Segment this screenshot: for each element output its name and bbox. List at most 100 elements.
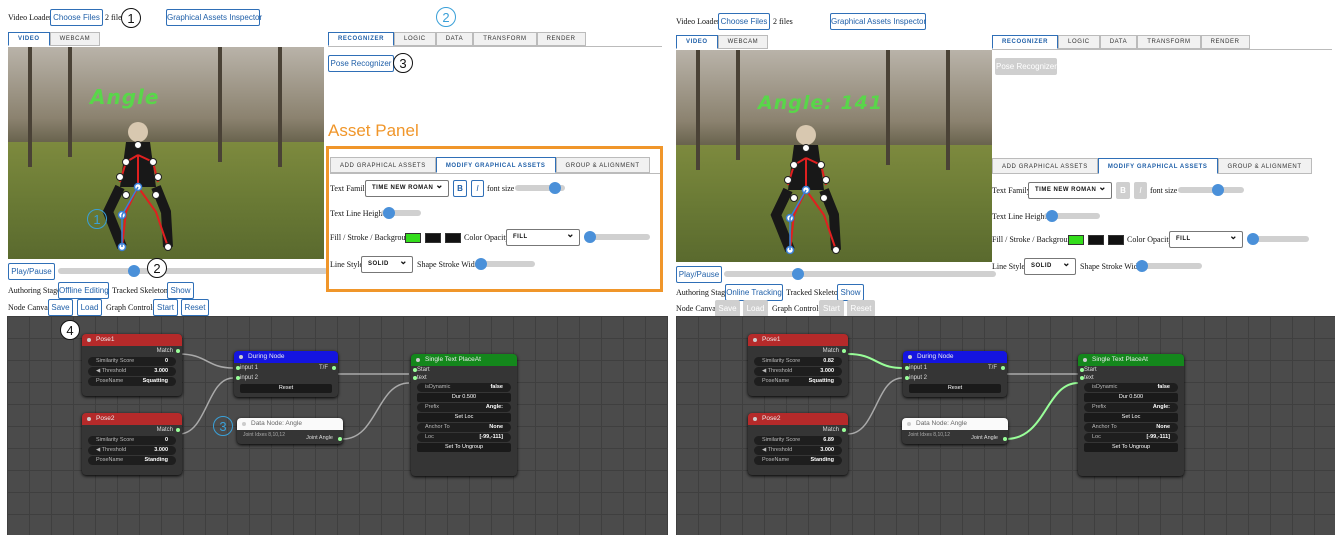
start-button[interactable]: Start <box>819 300 844 317</box>
load-button[interactable]: Load <box>743 300 768 317</box>
tab-data[interactable]: DATA <box>1099 35 1138 49</box>
joint-angle-port[interactable] <box>338 437 342 441</box>
stroke-width-slider-thumb[interactable] <box>1136 260 1148 272</box>
threshold-stepper[interactable]: ◀ Threshold 3.000 <box>88 367 176 376</box>
line-height-slider-thumb[interactable] <box>383 207 395 219</box>
choose-files-button[interactable]: Choose Files <box>50 9 103 26</box>
during-reset-button[interactable]: Reset <box>909 384 1001 393</box>
node-canvas[interactable]: 4 Pose1 Match Similarity Score 0 ◀ Thresh… <box>7 316 668 535</box>
dur-field[interactable]: Dur 0.500 <box>1084 393 1178 402</box>
match-output-port[interactable] <box>842 349 846 353</box>
save-button[interactable]: Save <box>48 299 73 316</box>
tab-webcam[interactable]: WEBCAM <box>717 35 769 49</box>
loc-field[interactable]: Loc [-99,-111] <box>1084 433 1178 442</box>
stroke-color-swatch[interactable] <box>425 233 441 243</box>
set-to-ungroup-button[interactable]: Set To Ungroup <box>417 443 511 452</box>
input-2-port[interactable] <box>236 376 240 380</box>
tab-render[interactable]: RENDER <box>1200 35 1250 49</box>
tab-transform[interactable]: TRANSFORM <box>473 32 537 46</box>
bold-button[interactable]: B <box>1116 182 1130 199</box>
tab-render[interactable]: RENDER <box>536 32 586 46</box>
font-size-slider-thumb[interactable] <box>1212 184 1224 196</box>
tab-recognizer[interactable]: RECOGNIZER <box>992 35 1059 49</box>
stroke-width-slider[interactable] <box>475 258 535 270</box>
play-pause-button[interactable]: Play/Pause <box>676 266 722 283</box>
single-text-placeat-node[interactable]: Single Text PlaceAt Start text isDynamic… <box>1078 354 1184 476</box>
tab-data[interactable]: DATA <box>435 32 474 46</box>
reset-button[interactable]: Reset <box>181 299 209 316</box>
tab-modify-graphical-assets[interactable]: MODIFY GRAPHICAL ASSETS <box>435 157 556 173</box>
tf-output-port[interactable] <box>332 366 336 370</box>
input-1-port[interactable] <box>905 366 909 370</box>
input-1-port[interactable] <box>236 366 240 370</box>
tab-group-alignment[interactable]: GROUP & ALIGNMENT <box>1217 158 1312 174</box>
line-style-select[interactable]: SOLID <box>361 254 413 273</box>
tab-video[interactable]: VIDEO <box>676 35 718 49</box>
start-port[interactable] <box>413 368 417 372</box>
font-family-select[interactable]: TIME NEW ROMAN <box>1028 180 1112 199</box>
set-loc-button[interactable]: Set Loc <box>417 413 511 422</box>
show-skeleton-button[interactable]: Show <box>837 284 864 301</box>
input-2-port[interactable] <box>905 376 909 380</box>
data-node-angle[interactable]: Data Node: Angle Joint Idxes 8,10,12 Joi… <box>902 418 1008 444</box>
tab-transform[interactable]: TRANSFORM <box>1137 35 1201 49</box>
choose-files-button[interactable]: Choose Files <box>718 13 770 30</box>
match-output-port[interactable] <box>176 428 180 432</box>
match-output-port[interactable] <box>842 428 846 432</box>
tab-group-alignment[interactable]: GROUP & ALIGNMENT <box>555 157 650 173</box>
posename-field[interactable]: PoseName Standing <box>754 456 842 465</box>
prefix-field[interactable]: Prefix Angle: <box>1084 403 1178 412</box>
background-color-swatch[interactable] <box>445 233 461 243</box>
prefix-field[interactable]: Prefix Angle: <box>417 403 511 412</box>
isdynamic-toggle[interactable]: isDynamic false <box>1084 383 1178 392</box>
line-height-slider-thumb[interactable] <box>1046 210 1058 222</box>
fill-color-swatch[interactable] <box>1068 235 1084 245</box>
opacity-slider[interactable] <box>1247 233 1309 245</box>
tab-add-graphical-assets[interactable]: ADD GRAPHICAL ASSETS <box>330 157 436 173</box>
opacity-slider[interactable] <box>584 231 650 243</box>
threshold-stepper[interactable]: ◀ Threshold 3.000 <box>754 446 842 455</box>
graphical-assets-inspector-button[interactable]: Graphical Assets Inspector <box>166 9 262 26</box>
node-canvas[interactable]: Pose1 Match Similarity Score 0.82 ◀ Thres… <box>676 316 1335 535</box>
pose2-node[interactable]: Pose2 Match Similarity Score 0 ◀ Threshol… <box>82 413 182 475</box>
posename-field[interactable]: PoseName Squatting <box>754 377 842 386</box>
single-text-placeat-node[interactable]: Single Text PlaceAt Start text isDynamic… <box>411 354 517 476</box>
tab-video[interactable]: VIDEO <box>8 32 50 46</box>
graphical-assets-inspector-button[interactable]: Graphical Assets Inspector <box>830 13 926 30</box>
during-node[interactable]: During Node input 1 T/F input 2 Reset <box>903 351 1007 397</box>
start-port[interactable] <box>1080 368 1084 372</box>
line-style-select[interactable]: SOLID <box>1024 256 1076 275</box>
start-button[interactable]: Start <box>153 299 178 316</box>
bold-button[interactable]: B <box>453 180 467 197</box>
set-to-ungroup-button[interactable]: Set To Ungroup <box>1084 443 1178 452</box>
tab-logic[interactable]: LOGIC <box>1058 35 1100 49</box>
font-size-slider-thumb[interactable] <box>549 182 561 194</box>
reset-button[interactable]: Reset <box>847 300 875 317</box>
tab-modify-graphical-assets[interactable]: MODIFY GRAPHICAL ASSETS <box>1097 158 1218 174</box>
anchor-to-field[interactable]: Anchor To None <box>1084 423 1178 432</box>
opacity-slider-thumb[interactable] <box>1247 233 1259 245</box>
stage-mode-button[interactable]: Offline Editing <box>58 282 109 299</box>
threshold-stepper[interactable]: ◀ Threshold 3.000 <box>754 367 842 376</box>
playback-slider-thumb[interactable] <box>128 265 140 277</box>
anchor-to-field[interactable]: Anchor To None <box>417 423 511 432</box>
italic-button[interactable]: I <box>1134 182 1147 199</box>
font-size-slider[interactable] <box>515 182 565 194</box>
background-color-swatch[interactable] <box>1108 235 1124 245</box>
stage-mode-button[interactable]: Online Tracking <box>725 284 783 301</box>
stroke-width-slider[interactable] <box>1136 260 1202 272</box>
data-node-angle[interactable]: Data Node: Angle Joint Idxes 8,10,12 Joi… <box>237 418 343 444</box>
fill-mode-select[interactable]: FILL <box>1169 229 1243 248</box>
pose2-node[interactable]: Pose2 Match Similarity Score 6.89 ◀ Thres… <box>748 413 848 475</box>
posename-field[interactable]: PoseName Standing <box>88 456 176 465</box>
threshold-stepper[interactable]: ◀ Threshold 3.000 <box>88 446 176 455</box>
dur-field[interactable]: Dur 0.500 <box>417 393 511 402</box>
stroke-width-slider-thumb[interactable] <box>475 258 487 270</box>
during-reset-button[interactable]: Reset <box>240 384 332 393</box>
tab-recognizer[interactable]: RECOGNIZER <box>328 32 395 46</box>
italic-button[interactable]: I <box>471 180 484 197</box>
opacity-slider-thumb[interactable] <box>584 231 596 243</box>
text-port[interactable] <box>413 376 417 380</box>
play-pause-button[interactable]: Play/Pause <box>8 263 55 280</box>
playback-slider-thumb[interactable] <box>792 268 804 280</box>
